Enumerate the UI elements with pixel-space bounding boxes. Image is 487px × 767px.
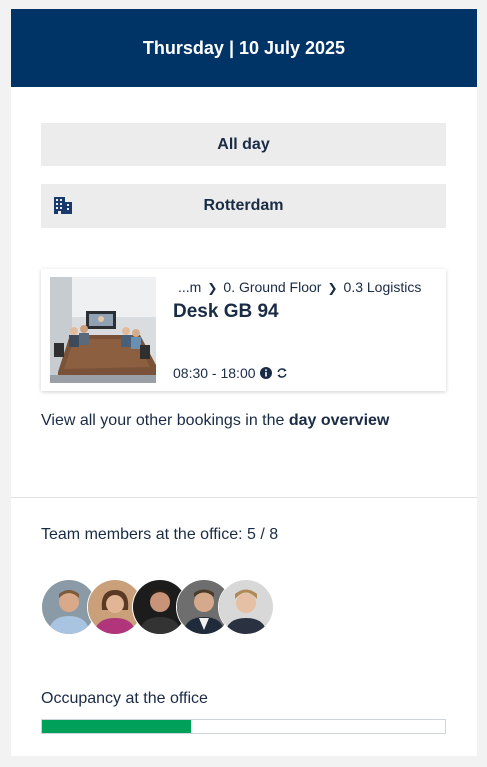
day-card: Thursday | 10 July 2025 All day Rotterda… <box>11 9 477 756</box>
breadcrumb-item: 0.3 Logistics <box>343 279 422 295</box>
team-avatars <box>41 579 281 635</box>
time-filter-button[interactable]: All day <box>41 123 446 166</box>
building-icon <box>54 197 72 214</box>
breadcrumb: ...m ❯ 0. Ground Floor ❯ 0.3 Logistics <box>178 279 421 295</box>
location-filter-button[interactable]: Rotterdam <box>41 184 446 228</box>
team-members-label: Team members at the office: 5 / 8 <box>41 526 279 543</box>
day-overview-link[interactable]: day overview <box>289 412 390 429</box>
booking-time-label: 08:30 - 18:00 <box>173 365 256 381</box>
room-photo <box>50 277 156 383</box>
booking-card[interactable]: ...m ❯ 0. Ground Floor ❯ 0.3 Logistics Desk … <box>41 269 446 391</box>
occupancy-bar <box>41 719 446 734</box>
booking-time: 08:30 - 18:00 <box>173 365 288 381</box>
desk-title: Desk GB 94 <box>173 301 279 322</box>
date-label: Thursday | 10 July 2025 <box>142 37 346 58</box>
info-icon[interactable] <box>259 367 272 379</box>
chevron-right-icon: ❯ <box>207 281 218 295</box>
time-filter-label: All day <box>217 135 270 153</box>
day-overview-prefix: View all your other bookings in the <box>41 412 289 429</box>
avatar[interactable] <box>218 579 274 635</box>
divider <box>11 497 477 498</box>
occupancy-bar-fill <box>42 720 192 733</box>
date-header: Thursday | 10 July 2025 <box>11 9 477 87</box>
day-overview-text: View all your other bookings in the day … <box>41 412 389 430</box>
chevron-right-icon: ❯ <box>327 281 338 295</box>
breadcrumb-item: ...m <box>178 279 202 295</box>
breadcrumb-item: 0. Ground Floor <box>223 279 322 295</box>
occupancy-label: Occupancy at the office <box>41 690 208 707</box>
location-filter-label: Rotterdam <box>203 197 284 214</box>
recurring-icon[interactable] <box>276 367 288 379</box>
